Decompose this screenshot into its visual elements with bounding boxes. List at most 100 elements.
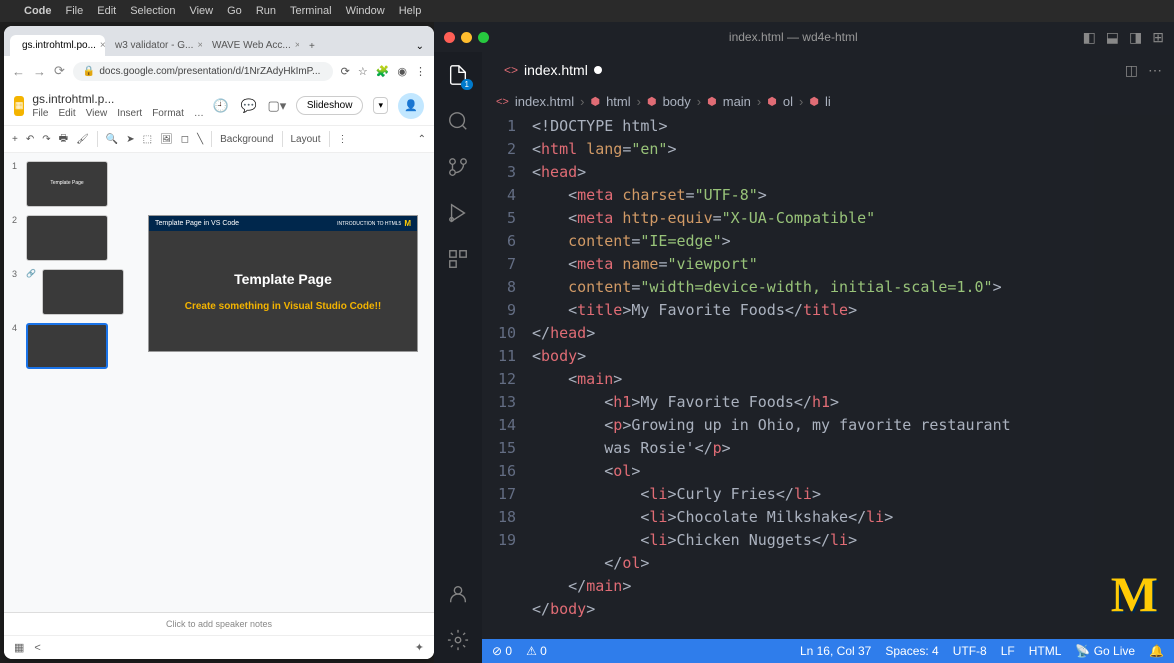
notifications-icon[interactable]: 🔔	[1149, 644, 1164, 658]
menu-go[interactable]: Go	[227, 5, 242, 17]
more-actions-icon[interactable]: ⋯	[1148, 62, 1162, 79]
explorer-icon[interactable]: 1	[445, 62, 471, 88]
indent-spaces[interactable]: Spaces: 4	[885, 644, 938, 658]
menu-window[interactable]: Window	[346, 5, 385, 17]
meet-icon[interactable]: ▢▾	[268, 97, 286, 115]
speaker-notes[interactable]: Click to add speaker notes	[4, 612, 434, 635]
current-slide[interactable]: Template Page in VS Code INTRODUCTION TO…	[148, 215, 418, 352]
layout-right-icon[interactable]: ◨	[1129, 29, 1142, 46]
maximize-window-icon[interactable]	[478, 32, 489, 43]
menu-file[interactable]: File	[66, 5, 84, 17]
docs-menu-view[interactable]: View	[86, 108, 108, 119]
print-icon[interactable]: 🖶	[59, 131, 68, 148]
back-icon[interactable]: ←	[12, 64, 25, 79]
encoding[interactable]: UTF-8	[953, 644, 987, 658]
slideshow-button[interactable]: Slideshow	[296, 96, 364, 115]
docs-menu-format[interactable]: Format	[152, 108, 184, 119]
menu-selection[interactable]: Selection	[130, 5, 175, 17]
close-icon[interactable]: ×	[197, 40, 202, 51]
slide-canvas[interactable]: Template Page in VS Code INTRODUCTION TO…	[132, 153, 434, 612]
slide-thumb-3[interactable]: 3 🔗	[12, 269, 124, 315]
source-control-icon[interactable]	[445, 154, 471, 180]
editor-tab-bar: <> index.html ◫ ⋯	[482, 52, 1174, 88]
slide-heading[interactable]: Template Page	[234, 271, 332, 287]
star-icon[interactable]: ☆	[358, 65, 368, 78]
new-tab-button[interactable]: +	[301, 37, 323, 56]
undo-icon[interactable]: ↶	[26, 134, 34, 145]
errors-count[interactable]: ⊘ 0	[492, 644, 512, 658]
slide-thumb-4[interactable]: 4	[12, 323, 124, 369]
minimap[interactable]	[1094, 115, 1174, 639]
docs-menu-more[interactable]: …	[194, 108, 204, 119]
share-button[interactable]: 👤	[398, 93, 424, 119]
paint-format-icon[interactable]: 🖌	[76, 134, 89, 145]
slide-thumb-1[interactable]: 1 Template Page	[12, 161, 124, 207]
docs-menu-edit[interactable]: Edit	[58, 108, 75, 119]
browser-tab-0[interactable]: gs.introhtml.po... ×	[10, 35, 105, 56]
warnings-count[interactable]: ⚠ 0	[526, 644, 547, 658]
collapse-toolbar-icon[interactable]: ⌃	[418, 134, 426, 145]
slideshow-dropdown[interactable]: ▾	[373, 97, 388, 114]
line-icon[interactable]: ╲	[197, 134, 203, 145]
layout-grid-icon[interactable]: ⊞	[1152, 29, 1164, 46]
update-icon[interactable]: ⟳	[341, 65, 350, 78]
layout-left-icon[interactable]: ◧	[1083, 29, 1096, 46]
menu-help[interactable]: Help	[399, 5, 422, 17]
layout-button[interactable]: Layout	[291, 134, 321, 145]
browser-tab-1[interactable]: w3 validator - G... ×	[107, 35, 202, 56]
close-icon[interactable]: ×	[100, 40, 105, 51]
split-editor-icon[interactable]: ◫	[1125, 62, 1138, 79]
breadcrumbs[interactable]: <> index.html › ⬢ html › ⬢ body › ⬢ main…	[482, 88, 1174, 115]
menu-terminal[interactable]: Terminal	[290, 5, 332, 17]
image-icon[interactable]: 🖼	[160, 134, 173, 145]
go-live-button[interactable]: 📡 Go Live	[1075, 644, 1135, 658]
docs-menu-insert[interactable]: Insert	[117, 108, 142, 119]
settings-icon[interactable]	[445, 627, 471, 653]
more-toolbar-icon[interactable]: ⋮	[338, 134, 348, 145]
background-button[interactable]: Background	[220, 134, 273, 145]
history-icon[interactable]: 🕘	[212, 97, 230, 115]
menu-run[interactable]: Run	[256, 5, 276, 17]
explore-button[interactable]: ✦	[415, 641, 424, 654]
browser-tab-2[interactable]: WAVE Web Acc... ×	[204, 35, 299, 56]
menu-edit[interactable]: Edit	[97, 5, 116, 17]
account-icon[interactable]	[445, 581, 471, 607]
layout-bottom-icon[interactable]: ⬓	[1106, 29, 1119, 46]
language-mode[interactable]: HTML	[1029, 644, 1062, 658]
slides-logo-icon[interactable]: ▦	[14, 96, 24, 116]
forward-icon[interactable]: →	[33, 64, 46, 79]
extensions-icon[interactable]	[445, 246, 471, 272]
close-icon[interactable]: ×	[295, 40, 299, 51]
shape-icon[interactable]: ◻	[181, 134, 189, 145]
eol[interactable]: LF	[1001, 644, 1015, 658]
new-slide-button[interactable]: +	[12, 134, 18, 145]
code-editor[interactable]: 12345678910111213141516171819 <!DOCTYPE …	[482, 115, 1174, 639]
editor-tab-index[interactable]: <> index.html	[494, 56, 612, 84]
app-name[interactable]: Code	[24, 5, 52, 17]
slide-thumb-2[interactable]: 2	[12, 215, 124, 261]
textbox-icon[interactable]: ⬚	[143, 134, 152, 145]
menu-icon[interactable]: ⋮	[415, 65, 426, 78]
debug-icon[interactable]	[445, 200, 471, 226]
profile-icon[interactable]: ◉	[397, 65, 407, 78]
slide-subheading[interactable]: Create something in Visual Studio Code!!	[185, 301, 382, 312]
search-icon[interactable]	[445, 108, 471, 134]
redo-icon[interactable]: ↷	[42, 134, 50, 145]
document-title[interactable]: gs.introhtml.p...	[32, 92, 204, 106]
cursor-position[interactable]: Ln 16, Col 37	[800, 644, 871, 658]
reload-icon[interactable]: ⟳	[54, 63, 65, 79]
tabs-overflow-icon[interactable]: ⌄	[412, 37, 428, 56]
zoom-icon[interactable]: 🔍	[106, 134, 118, 145]
grid-view-icon[interactable]: ▦	[14, 641, 24, 654]
menu-view[interactable]: View	[189, 5, 213, 17]
code-content[interactable]: <!DOCTYPE html><html lang="en"><head> <m…	[532, 115, 1094, 639]
minimize-window-icon[interactable]	[461, 32, 472, 43]
url-input[interactable]: 🔒 docs.google.com/presentation/d/1NrZAdy…	[73, 62, 333, 81]
explore-icon[interactable]: <	[34, 642, 40, 654]
close-window-icon[interactable]	[444, 32, 455, 43]
cursor-icon[interactable]: ➤	[126, 134, 134, 145]
docs-menu-file[interactable]: File	[32, 108, 48, 119]
extensions-icon[interactable]: 🧩	[376, 65, 390, 78]
comments-icon[interactable]: 💬	[240, 97, 258, 115]
vscode-titlebar: index.html — wd4e-html ◧ ⬓ ◨ ⊞	[434, 22, 1174, 52]
